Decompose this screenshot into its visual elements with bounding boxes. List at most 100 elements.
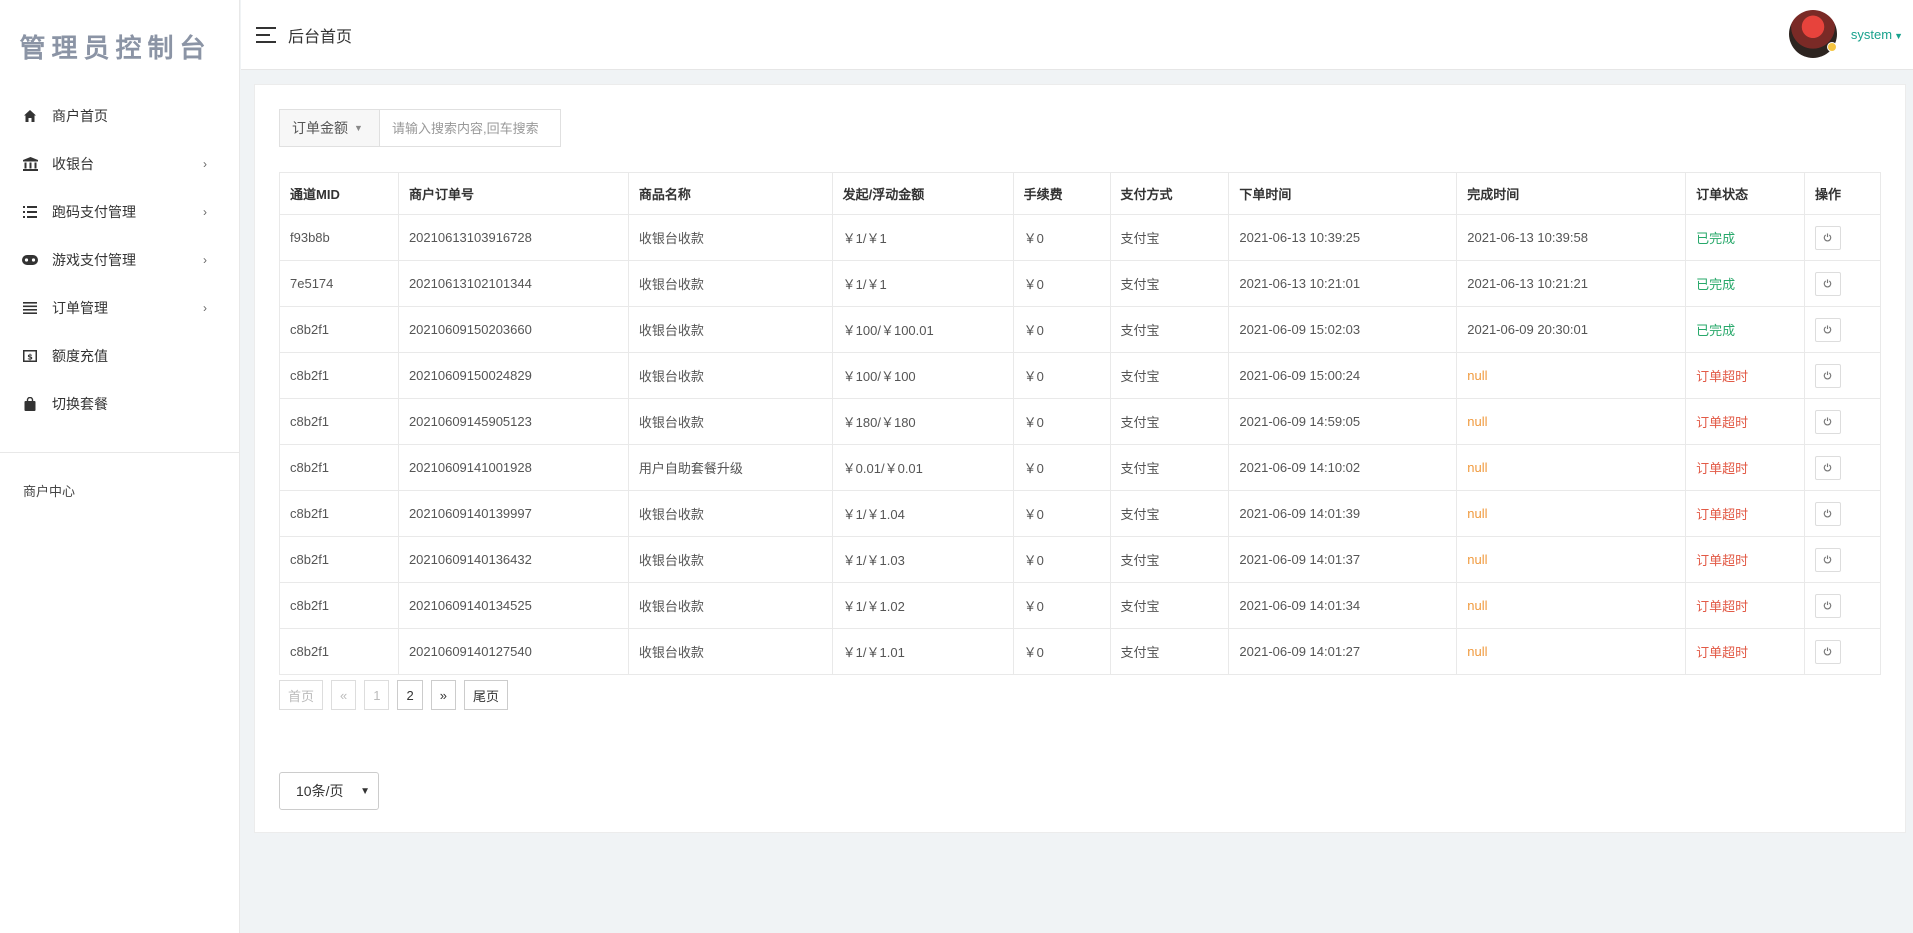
refresh-button[interactable] (1814, 455, 1841, 480)
refresh-button[interactable] (1814, 501, 1841, 526)
cell-fee: ￥0 (1012, 444, 1111, 491)
column-header: 商户订单号 (397, 172, 629, 215)
refresh-button[interactable] (1814, 593, 1841, 618)
page-button[interactable]: 1 (364, 680, 390, 710)
sidebar-item-cashier[interactable]: 收银台 › (0, 140, 239, 188)
svg-text:$: $ (27, 352, 33, 361)
cell-order-no: 20210609140139997 (397, 490, 629, 537)
cell-product: 收银台收款 (627, 398, 833, 445)
cell-finished-time: null (1456, 582, 1687, 629)
cell-actions (1803, 444, 1882, 491)
last-page-button[interactable]: 尾页 (463, 680, 508, 710)
power-icon (1824, 371, 1832, 380)
cell-product: 收银台收款 (627, 214, 833, 261)
search-field-label: 订单金额 (292, 120, 348, 136)
cell-finished-time: 2021-06-13 10:39:58 (1456, 214, 1687, 261)
chevron-right-icon: › (203, 157, 207, 171)
cell-created-time: 2021-06-09 14:01:34 (1228, 582, 1458, 629)
cell-mid: c8b2f1 (279, 444, 399, 491)
cell-actions (1803, 582, 1882, 629)
cell-fee: ￥0 (1012, 260, 1111, 307)
table-row: c8b2f1 20210609145905123 收银台收款 ￥180/￥180 ￥0 支… (279, 398, 1882, 445)
page-size-select[interactable]: 10条/页 ▼ (279, 772, 379, 810)
refresh-button[interactable] (1814, 363, 1841, 388)
cell-amount: ￥1/￥1.04 (831, 490, 1014, 537)
table-body: f93b8b 20210613103916728 收银台收款 ￥1/￥1 ￥0 支付宝 20… (279, 214, 1882, 675)
next-page-button[interactable]: » (430, 680, 456, 710)
cell-mid: c8b2f1 (279, 352, 399, 399)
cell-mid: c8b2f1 (279, 582, 399, 629)
cell-order-no: 20210609140134525 (397, 582, 629, 629)
bag-icon (22, 396, 38, 412)
cell-order-no: 20210609150024829 (397, 352, 629, 399)
power-icon (1824, 417, 1832, 426)
sidebar-item-order-management[interactable]: 订单管理 › (0, 284, 239, 332)
column-header: 通道MID (279, 172, 399, 215)
orders-table: 通道MID 商户订单号 商品名称 发起/浮动金额 手续费 支付方式 下单时间 完… (279, 172, 1882, 675)
search-input[interactable] (379, 109, 561, 147)
power-icon (1824, 279, 1832, 288)
prev-page-button[interactable]: « (331, 680, 357, 710)
gamepad-icon (22, 252, 38, 268)
cell-finished-time: null (1456, 352, 1687, 399)
cell-mid: c8b2f1 (279, 536, 399, 583)
cell-finished-time: null (1456, 628, 1687, 675)
refresh-button[interactable] (1814, 225, 1841, 250)
page-title: 后台首页 (288, 28, 353, 46)
cell-status: 订单超时 (1685, 352, 1805, 399)
cell-status: 订单超时 (1685, 490, 1805, 537)
cell-mid: f93b8b (279, 214, 399, 261)
sidebar-item-merchant-home[interactable]: 商户首页 (0, 92, 239, 140)
cell-product: 收银台收款 (627, 306, 833, 353)
first-page-button[interactable]: 首页 (279, 680, 324, 710)
cell-product: 用户自助套餐升级 (627, 444, 833, 491)
cell-product: 收银台收款 (627, 628, 833, 675)
refresh-button[interactable] (1814, 317, 1841, 342)
sidebar-item-code-payment[interactable]: 跑码支付管理 › (0, 188, 239, 236)
cell-status: 订单超时 (1685, 444, 1805, 491)
lines-icon (22, 300, 38, 316)
cell-status: 订单超时 (1685, 398, 1805, 445)
user-menu[interactable]: system ▼ (1788, 10, 1903, 58)
sidebar-item-label: 跑码支付管理 (52, 204, 136, 220)
avatar[interactable] (1788, 10, 1837, 58)
sidebar-item-quota-recharge[interactable]: $ 额度充值 (0, 332, 239, 380)
refresh-button[interactable] (1814, 547, 1841, 572)
sidebar-merchant-center[interactable]: 商户中心 (0, 453, 239, 500)
cell-product: 收银台收款 (627, 260, 833, 307)
search-field-select[interactable]: 订单金额 ▼ (279, 109, 379, 147)
cell-product: 收银台收款 (627, 490, 833, 537)
cell-product: 收银台收款 (627, 352, 833, 399)
username-label: system (1850, 26, 1893, 42)
chevron-right-icon: › (203, 301, 207, 315)
cell-amount: ￥1/￥1.01 (831, 628, 1014, 675)
sidebar-item-game-payment[interactable]: 游戏支付管理 › (0, 236, 239, 284)
username-dropdown[interactable]: system ▼ (1851, 27, 1903, 42)
power-icon (1824, 601, 1832, 610)
cell-finished-time: null (1456, 536, 1687, 583)
page-button[interactable]: 2 (397, 680, 423, 710)
sidebar-item-label: 额度充值 (52, 348, 108, 364)
sidebar-item-switch-plan[interactable]: 切换套餐 (0, 380, 239, 428)
sidebar-nav: 商户首页 收银台 › 跑码支付管理 › 游戏支付管理 › 订单管理 › $ 额度… (0, 92, 239, 428)
bank-icon (22, 156, 38, 172)
power-icon (1824, 555, 1832, 564)
refresh-button[interactable] (1814, 271, 1841, 296)
menu-toggle-icon[interactable] (256, 26, 278, 43)
cell-status: 已完成 (1685, 306, 1805, 353)
refresh-button[interactable] (1814, 639, 1841, 664)
page-size-value: 10条/页 (296, 783, 344, 799)
refresh-button[interactable] (1814, 409, 1841, 434)
cell-actions (1803, 490, 1882, 537)
chevron-right-icon: › (203, 253, 207, 267)
cell-pay-method: 支付宝 (1109, 352, 1230, 399)
cell-created-time: 2021-06-09 15:00:24 (1228, 352, 1458, 399)
list-icon (22, 204, 38, 220)
cell-pay-method: 支付宝 (1109, 214, 1230, 261)
power-icon (1824, 233, 1832, 242)
column-header: 商品名称 (627, 172, 833, 215)
cell-fee: ￥0 (1012, 214, 1111, 261)
home-icon (22, 108, 38, 124)
table-row: 7e5174 20210613102101344 收银台收款 ￥1/￥1 ￥0 支付宝 20… (279, 260, 1882, 307)
app-logo: 管理员控制台 (19, 33, 212, 64)
